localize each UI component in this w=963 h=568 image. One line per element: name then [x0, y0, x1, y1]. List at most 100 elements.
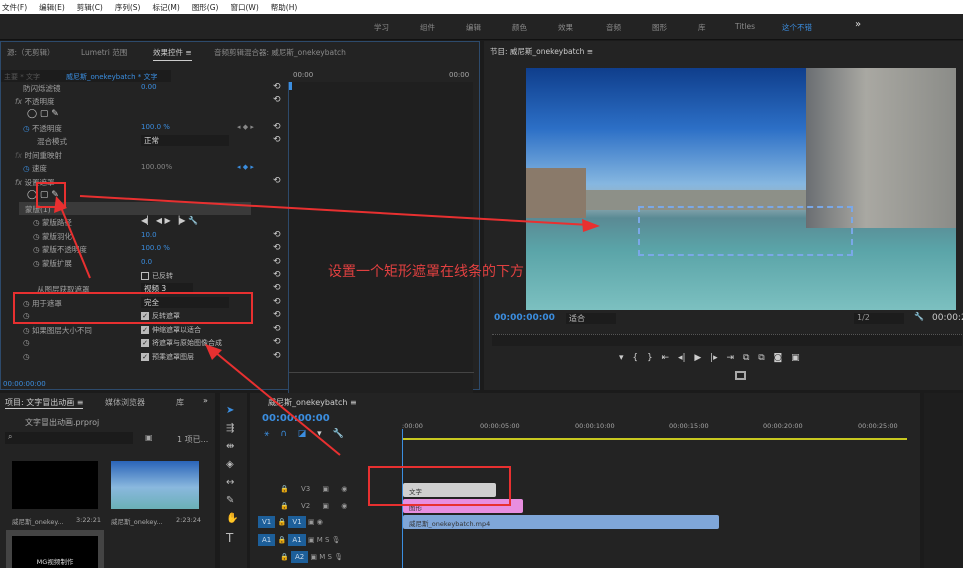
clip-text[interactable]: 文字: [403, 483, 496, 497]
workspace-tab[interactable]: 音频: [606, 22, 621, 33]
sequence-tab[interactable]: 威尼斯_onekeybatch ≡: [268, 397, 357, 408]
menu-window[interactable]: 窗口(W): [230, 2, 258, 13]
new-bin-icon[interactable]: ▣: [145, 433, 153, 442]
workspace-tab[interactable]: 颜色: [512, 22, 527, 33]
blend-mode-select[interactable]: 正常: [141, 135, 229, 146]
invert-matte-checkbox[interactable]: ✓: [141, 312, 149, 320]
project-item-selected[interactable]: MG视频制作: [6, 530, 104, 568]
track-select-tool-icon[interactable]: ⇶: [226, 423, 234, 434]
menu-edit[interactable]: 编辑(E): [39, 2, 65, 13]
clip-graphic[interactable]: 图形: [403, 499, 523, 513]
menu-clip[interactable]: 剪辑(C): [77, 2, 103, 13]
reset-icon[interactable]: ⟲: [273, 324, 281, 334]
menu-graphics[interactable]: 图形(G): [192, 2, 219, 13]
matte-layer-select[interactable]: 视频 3: [141, 283, 193, 294]
track-a2[interactable]: 🔒 A2 ▣ M S 🎙: [280, 551, 343, 567]
workspace-tab[interactable]: 图形: [652, 22, 667, 33]
reset-icon[interactable]: ⟲: [273, 270, 281, 280]
premultiply-matte-checkbox[interactable]: ✓: [141, 353, 149, 361]
program-title[interactable]: 节目: 威尼斯_onekeybatch ≡: [490, 46, 593, 57]
inverted-checkbox[interactable]: [141, 272, 149, 280]
reset-icon[interactable]: ⟲: [273, 351, 281, 361]
reset-icon[interactable]: ⟲: [273, 82, 281, 92]
reset-icon[interactable]: ⟲: [273, 283, 281, 293]
reset-icon[interactable]: ⟲: [273, 297, 281, 307]
tab-project[interactable]: 项目: 文字冒出动画 ≡: [5, 397, 84, 409]
menu-marker[interactable]: 标记(M): [152, 2, 179, 13]
ellipse-rect-pen-icons[interactable]: ◯ ▢ ✎: [27, 109, 59, 119]
resolution-select[interactable]: 1/2: [854, 313, 904, 324]
project-search-input[interactable]: ⌕: [5, 432, 133, 444]
track-a1[interactable]: A1 🔒 A1 ▣ M S 🎙: [258, 534, 341, 550]
use-for-matte-select[interactable]: 完全: [141, 297, 229, 308]
stretch-matte-checkbox[interactable]: ✓: [141, 326, 149, 334]
ellipse-rect-pen-icons[interactable]: ◯ ▢ ✎: [27, 190, 59, 200]
playhead[interactable]: [289, 82, 292, 90]
mask-1-header[interactable]: 蒙版(1): [19, 202, 251, 215]
type-tool-icon[interactable]: T: [226, 531, 233, 545]
timeline-timecode[interactable]: 00:00:00:00: [262, 413, 330, 424]
reset-icon[interactable]: ⟲: [273, 135, 281, 145]
workspace-tab[interactable]: 编辑: [466, 22, 481, 33]
tab-media-browser[interactable]: 媒体浏览器: [105, 397, 145, 408]
effect-keyframe-timeline[interactable]: [288, 82, 474, 400]
reset-icon[interactable]: ⟲: [273, 95, 281, 105]
rectangle-mask[interactable]: [638, 206, 853, 256]
work-area-bar[interactable]: [402, 438, 907, 440]
tab-effect-controls[interactable]: 效果控件 ≡: [153, 47, 192, 61]
track-v1[interactable]: V1 🔒 V1 ▣ ◉: [258, 516, 323, 532]
effect-opacity[interactable]: fx 不透明度 ⟲: [1, 94, 286, 107]
program-timecode[interactable]: 00:00:00:00: [494, 313, 555, 323]
menu-sequence[interactable]: 序列(S): [115, 2, 141, 13]
item-name: 威尼斯_onekey...: [111, 518, 163, 526]
scrollbar[interactable]: [289, 372, 474, 378]
ripple-edit-tool-icon[interactable]: ⇹: [226, 441, 234, 452]
razor-tool-icon[interactable]: ◈: [226, 459, 234, 470]
reset-icon[interactable]: ⟲: [273, 257, 281, 267]
reset-icon[interactable]: ⟲: [273, 122, 281, 132]
workspace-tab[interactable]: Titles: [735, 22, 755, 31]
composite-matte-checkbox[interactable]: ✓: [141, 339, 149, 347]
tab-lumetri-scopes[interactable]: Lumetri 范围: [81, 47, 127, 58]
project-file: 文字冒出动画.prproj: [25, 418, 100, 427]
effect-set-matte[interactable]: fx 设置遮罩 ⟲: [1, 175, 286, 188]
reset-icon[interactable]: ⟲: [273, 230, 281, 240]
ec-timecode[interactable]: 00:00:00:00: [3, 380, 46, 388]
slip-tool-icon[interactable]: ↔: [226, 477, 234, 488]
panel-overflow[interactable]: »: [203, 396, 208, 405]
reset-icon[interactable]: ⟲: [273, 310, 281, 320]
workspace-tab[interactable]: 效果: [558, 22, 573, 33]
project-thumbnail[interactable]: [111, 461, 199, 509]
workspace-overflow-button[interactable]: »: [855, 19, 861, 30]
tab-source[interactable]: 源:（无剪辑）: [7, 47, 55, 58]
reset-icon[interactable]: ⟲: [273, 176, 281, 186]
zoom-fit-select[interactable]: 适合: [566, 313, 616, 324]
button-editor-icon[interactable]: [735, 371, 746, 380]
program-video-frame[interactable]: [526, 68, 956, 310]
clip-video[interactable]: 威尼斯_onekeybatch.mp4: [403, 515, 719, 529]
menu-help[interactable]: 帮助(H): [271, 2, 298, 13]
mask-path-track-controls[interactable]: ◀▏ ◀ ▶ ▕▶ 🔧: [141, 216, 198, 225]
track-v2[interactable]: 🔒 V2 ▣ ◉: [280, 502, 347, 516]
keyframe-nav-icon[interactable]: ◂ ◆ ▸: [237, 123, 254, 131]
pen-tool-icon[interactable]: ✎: [226, 495, 234, 506]
program-time-ruler[interactable]: [492, 334, 962, 346]
menu-file[interactable]: 文件(F): [2, 2, 27, 13]
workspace-tab[interactable]: 库: [698, 22, 706, 33]
effect-time-remap[interactable]: fx 时间重映射: [1, 148, 286, 161]
reset-icon[interactable]: ⟲: [273, 337, 281, 347]
reset-icon[interactable]: ⟲: [273, 243, 281, 253]
timeline-tools[interactable]: ⚹ ∩ ◪ ▾ 🔧: [264, 429, 344, 439]
workspace-tab[interactable]: 学习: [374, 22, 389, 33]
workspace-tab-active[interactable]: 这个不错: [782, 22, 812, 33]
track-v3[interactable]: 🔒 V3 ▣ ◉: [280, 485, 347, 499]
tab-audio-clip-mixer[interactable]: 音频剪辑混合器: 威尼斯_onekeybatch: [214, 47, 346, 58]
project-thumbnail[interactable]: [12, 461, 98, 509]
keyframe-nav-icon[interactable]: ◂ ◆ ▸: [237, 163, 254, 171]
workspace-tab[interactable]: 组件: [420, 22, 435, 33]
wrench-icon[interactable]: 🔧: [914, 312, 924, 321]
tab-libraries[interactable]: 库: [176, 397, 184, 408]
selection-tool-icon[interactable]: ➤: [226, 405, 234, 416]
transport-controls[interactable]: ▾ { } ⇤ ◂| ▶ |▸ ⇥ ⧉ ⧉ ◙ ▣: [619, 353, 889, 363]
hand-tool-icon[interactable]: ✋: [226, 513, 238, 524]
